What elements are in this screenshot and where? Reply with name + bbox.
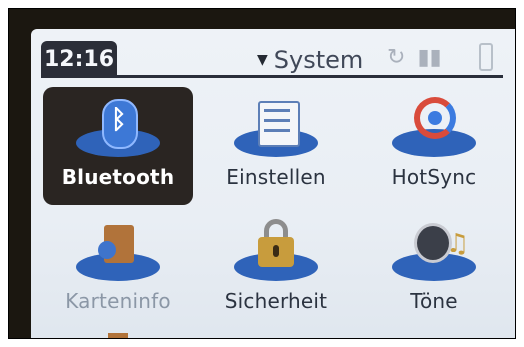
sound-icon: ♫	[384, 219, 484, 283]
status-icons: ↻ ▮▮	[387, 45, 442, 70]
app-partial-row[interactable]	[43, 333, 193, 338]
app-label: Karteninfo	[65, 289, 171, 313]
battery-icon	[479, 43, 493, 71]
app-sicherheit[interactable]: Sicherheit	[201, 211, 351, 329]
clock-tab[interactable]: 12:16	[41, 41, 117, 78]
title-underline	[111, 75, 503, 78]
card-info-icon	[68, 219, 168, 283]
app-hotsync[interactable]: HotSync	[359, 87, 509, 205]
app-label: Bluetooth	[61, 165, 175, 189]
lock-icon	[226, 219, 326, 283]
app-einstellen[interactable]: Einstellen	[201, 87, 351, 205]
app-karteninfo[interactable]: Karteninfo	[43, 211, 193, 329]
preferences-icon	[226, 95, 326, 159]
app-label: Töne	[410, 289, 458, 313]
palm-screen: 12:16 ▼ System ↻ ▮▮ ᛒ Bluetooth Einstell…	[31, 29, 515, 338]
device-frame: 12:16 ▼ System ↻ ▮▮ ᛒ Bluetooth Einstell…	[8, 8, 516, 339]
category-menu[interactable]: ▼ System	[257, 45, 363, 75]
app-bluetooth[interactable]: ᛒ Bluetooth	[43, 87, 193, 205]
triangle-down-icon: ▼	[257, 52, 268, 68]
category-label: System	[273, 46, 364, 74]
hotsync-icon	[384, 95, 484, 159]
app-toene[interactable]: ♫ Töne	[359, 211, 509, 329]
app-label: HotSync	[391, 165, 477, 189]
bluetooth-icon: ᛒ	[68, 95, 168, 159]
app-label: Einstellen	[226, 165, 326, 189]
signal-bars-icon: ▮▮	[417, 45, 442, 70]
door-icon	[68, 333, 168, 338]
app-label: Sicherheit	[224, 289, 328, 313]
title-bar: 12:16 ▼ System ↻ ▮▮	[41, 41, 503, 79]
app-grid: ᛒ Bluetooth Einstellen HotSync Karteninf…	[43, 87, 509, 338]
sync-icon: ↻	[387, 45, 406, 70]
